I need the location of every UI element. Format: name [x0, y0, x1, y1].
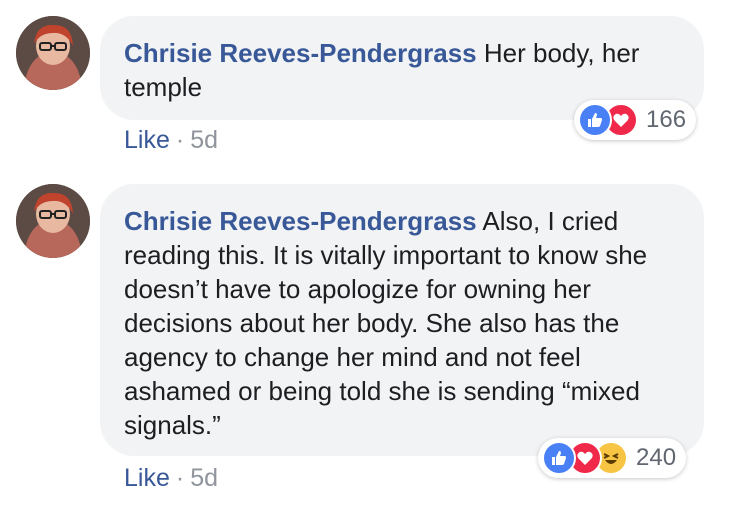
- like-icon: [578, 103, 612, 137]
- reaction-count[interactable]: 240: [636, 444, 676, 472]
- reaction-summary[interactable]: 240: [538, 438, 687, 478]
- reaction-count[interactable]: 166: [646, 106, 686, 134]
- separator: ·: [175, 464, 185, 492]
- comment-timestamp[interactable]: 5d: [190, 464, 218, 492]
- separator: ·: [175, 126, 185, 154]
- comment-meta: Like · 5d: [124, 464, 218, 493]
- avatar[interactable]: [16, 184, 90, 258]
- like-link[interactable]: Like: [124, 464, 170, 492]
- comment-bubble: Chrisie Reeves-Pendergrass Also, I cried…: [100, 184, 704, 456]
- comment-timestamp[interactable]: 5d: [190, 126, 218, 154]
- comment-text: Also, I cried reading this. It is vitall…: [124, 206, 648, 440]
- comment-author[interactable]: Chrisie Reeves-Pendergrass: [124, 38, 477, 68]
- like-link[interactable]: Like: [124, 126, 170, 154]
- comment-meta: Like · 5d: [124, 126, 218, 155]
- comment-author[interactable]: Chrisie Reeves-Pendergrass: [124, 206, 477, 236]
- avatar[interactable]: [16, 16, 90, 90]
- like-icon: [542, 441, 576, 475]
- reaction-summary[interactable]: 166: [574, 100, 697, 140]
